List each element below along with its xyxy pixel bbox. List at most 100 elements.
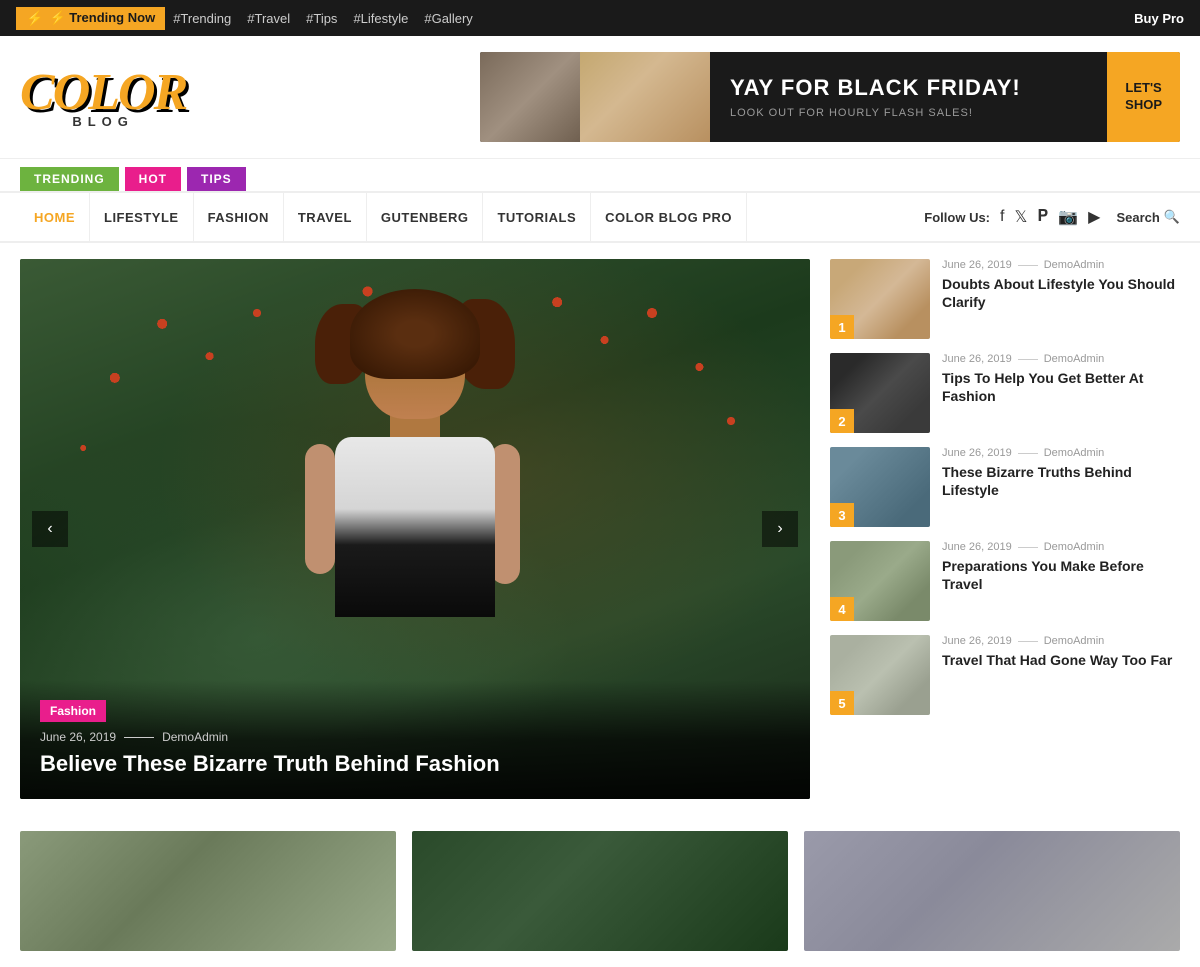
sidebar-divider-4 [1018, 547, 1038, 548]
sidebar-item-3[interactable]: 3 June 26, 2019 DemoAdmin These Bizarre … [830, 447, 1180, 527]
hero-meta: June 26, 2019 DemoAdmin [40, 730, 790, 744]
hero-article[interactable]: ‹ › Fashion June 26, 2019 DemoAdmin Beli… [20, 259, 810, 799]
buy-pro-button[interactable]: Buy Pro [1134, 11, 1184, 26]
site-logo[interactable]: COLOR BLOG [20, 67, 186, 128]
sidebar-meta-3: June 26, 2019 DemoAdmin [942, 447, 1180, 459]
logo-blog-text: BLOG [72, 115, 134, 128]
sidebar-meta-4: June 26, 2019 DemoAdmin [942, 541, 1180, 553]
youtube-icon[interactable]: ▶ [1088, 207, 1100, 227]
banner-image-1 [480, 52, 580, 142]
hero-next-button[interactable]: › [762, 511, 798, 547]
sidebar-item-4[interactable]: 4 June 26, 2019 DemoAdmin Preparations Y… [830, 541, 1180, 621]
follow-us-label: Follow Us: [924, 210, 990, 225]
sidebar-title-4[interactable]: Preparations You Make Before Travel [942, 557, 1180, 593]
hero-title[interactable]: Believe These Bizarre Truth Behind Fashi… [40, 750, 790, 779]
nav-lifestyle[interactable]: LIFESTYLE [90, 192, 194, 242]
banner-text-area: YAY FOR BLACK FRIDAY! LOOK OUT FOR HOURL… [710, 65, 1107, 129]
sidebar-info-1: June 26, 2019 DemoAdmin Doubts About Lif… [942, 259, 1180, 311]
sidebar-date-2: June 26, 2019 [942, 353, 1012, 365]
hero-category-badge[interactable]: Fashion [40, 700, 106, 722]
top-bar: ⚡ ⚡ Trending Now #Trending #Travel #Tips… [0, 0, 1200, 36]
bottom-cards [0, 815, 1200, 967]
bolt-icon: ⚡ [26, 10, 43, 27]
sidebar: 1 June 26, 2019 DemoAdmin Doubts About L… [830, 259, 1180, 799]
trending-now-label: ⚡ ⚡ Trending Now [16, 7, 165, 30]
sidebar-thumb-2: 2 [830, 353, 930, 433]
sidebar-meta-5: June 26, 2019 DemoAdmin [942, 635, 1180, 647]
sidebar-date-4: June 26, 2019 [942, 541, 1012, 553]
hashtag-gallery[interactable]: #Gallery [424, 11, 472, 26]
sidebar-info-4: June 26, 2019 DemoAdmin Preparations You… [942, 541, 1180, 593]
hashtag-trending[interactable]: #Trending [173, 11, 231, 26]
tab-bar: TRENDING HOT TIPS [0, 159, 1200, 193]
header: COLOR BLOG YAY FOR BLACK FRIDAY! LOOK OU… [0, 36, 1200, 159]
pinterest-icon[interactable]: 𝐏 [1037, 208, 1048, 226]
sidebar-num-4: 4 [830, 597, 854, 621]
nav-gutenberg[interactable]: GUTENBERG [367, 192, 484, 242]
banner-cta-button[interactable]: LET'SSHOP [1107, 52, 1180, 142]
nav-social: Follow Us: f 𝕏 𝐏 📷 ▶ [924, 207, 1100, 227]
hashtag-lifestyle[interactable]: #Lifestyle [353, 11, 408, 26]
banner-image-2 [580, 52, 710, 142]
sidebar-num-3: 3 [830, 503, 854, 527]
tab-hot[interactable]: HOT [125, 167, 181, 191]
sidebar-divider-3 [1018, 453, 1038, 454]
sidebar-num-5: 5 [830, 691, 854, 715]
nav-color-blog-pro[interactable]: COLOR BLOG PRO [591, 192, 747, 242]
sidebar-title-5[interactable]: Travel That Had Gone Way Too Far [942, 651, 1180, 669]
nav-fashion[interactable]: FASHION [194, 192, 284, 242]
sidebar-title-3[interactable]: These Bizarre Truths Behind Lifestyle [942, 463, 1180, 499]
logo-color-text: COLOR [20, 67, 186, 119]
nav-home[interactable]: HOME [20, 192, 90, 242]
sidebar-num-2: 2 [830, 409, 854, 433]
sidebar-item-2[interactable]: 2 June 26, 2019 DemoAdmin Tips To Help Y… [830, 353, 1180, 433]
sidebar-info-5: June 26, 2019 DemoAdmin Travel That Had … [942, 635, 1180, 669]
sidebar-thumb-4: 4 [830, 541, 930, 621]
main-column: ‹ › Fashion June 26, 2019 DemoAdmin Beli… [20, 259, 810, 799]
sidebar-author-3: DemoAdmin [1044, 447, 1105, 459]
hero-overlay: Fashion June 26, 2019 DemoAdmin Believe … [20, 680, 810, 799]
hero-navigation: ‹ › [20, 511, 810, 547]
sidebar-date-5: June 26, 2019 [942, 635, 1012, 647]
bottom-card-3[interactable] [804, 831, 1180, 951]
hero-date: June 26, 2019 [40, 730, 116, 744]
sidebar-title-2[interactable]: Tips To Help You Get Better At Fashion [942, 369, 1180, 405]
hero-author: DemoAdmin [162, 730, 228, 744]
sidebar-thumb-1: 1 [830, 259, 930, 339]
hashtag-tips[interactable]: #Tips [306, 11, 337, 26]
bottom-card-1[interactable] [20, 831, 396, 951]
search-icon: 🔍 [1164, 209, 1180, 225]
sidebar-thumb-3: 3 [830, 447, 930, 527]
sidebar-title-1[interactable]: Doubts About Lifestyle You Should Clarif… [942, 275, 1180, 311]
sidebar-divider-2 [1018, 359, 1038, 360]
sidebar-author-5: DemoAdmin [1044, 635, 1105, 647]
bottom-card-2[interactable] [412, 831, 788, 951]
sidebar-date-1: June 26, 2019 [942, 259, 1012, 271]
twitter-icon[interactable]: 𝕏 [1014, 207, 1027, 227]
content-area: ‹ › Fashion June 26, 2019 DemoAdmin Beli… [0, 243, 1200, 815]
sidebar-divider-1 [1018, 265, 1038, 266]
sidebar-item-1[interactable]: 1 June 26, 2019 DemoAdmin Doubts About L… [830, 259, 1180, 339]
main-nav: HOME LIFESTYLE FASHION TRAVEL GUTENBERG … [0, 193, 1200, 243]
trending-text: ⚡ Trending Now [49, 10, 155, 26]
nav-travel[interactable]: TRAVEL [284, 192, 367, 242]
meta-divider [124, 737, 154, 738]
sidebar-author-4: DemoAdmin [1044, 541, 1105, 553]
hero-prev-button[interactable]: ‹ [32, 511, 68, 547]
instagram-icon[interactable]: 📷 [1058, 207, 1078, 227]
nav-links: HOME LIFESTYLE FASHION TRAVEL GUTENBERG … [20, 192, 924, 242]
sidebar-meta-2: June 26, 2019 DemoAdmin [942, 353, 1180, 365]
sidebar-item-5[interactable]: 5 June 26, 2019 DemoAdmin Travel That Ha… [830, 635, 1180, 715]
tab-tips[interactable]: TIPS [187, 167, 246, 191]
sidebar-info-2: June 26, 2019 DemoAdmin Tips To Help You… [942, 353, 1180, 405]
ad-banner[interactable]: YAY FOR BLACK FRIDAY! LOOK OUT FOR HOURL… [480, 52, 1180, 142]
search-link[interactable]: Search 🔍 [1116, 209, 1180, 225]
sidebar-num-1: 1 [830, 315, 854, 339]
top-hashtags: #Trending #Travel #Tips #Lifestyle #Gall… [173, 11, 473, 26]
sidebar-meta-1: June 26, 2019 DemoAdmin [942, 259, 1180, 271]
nav-tutorials[interactable]: TUTORIALS [483, 192, 591, 242]
hashtag-travel[interactable]: #Travel [247, 11, 290, 26]
facebook-icon[interactable]: f [1000, 208, 1004, 226]
tab-trending[interactable]: TRENDING [20, 167, 119, 191]
trending-now-section: ⚡ ⚡ Trending Now #Trending #Travel #Tips… [16, 7, 473, 30]
